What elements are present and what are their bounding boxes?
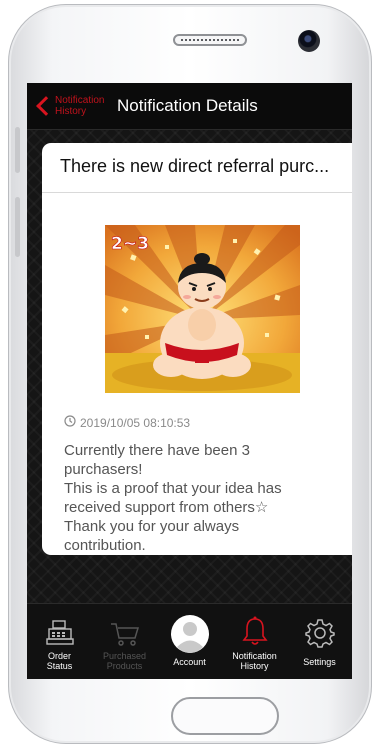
tab-purchased-products[interactable]: Purchased Products [92,604,157,679]
sumo-illustration: 2~3 [105,225,300,393]
timestamp-row: 2019/10/05 08:10:53 [64,415,190,430]
tab-label: History [240,661,269,671]
tab-label: Order [47,651,71,661]
tab-label: Status [46,661,73,671]
clock-icon [64,415,76,430]
home-button[interactable] [171,697,279,735]
volume-button [15,127,20,173]
front-camera [298,30,320,52]
body-line: Thank you for your always [64,518,240,535]
body-line: purchasers! [64,461,143,478]
tab-label: Account [173,657,206,667]
avatar-icon [170,615,209,653]
bell-icon [241,616,268,645]
tab-label: Purchased [102,651,147,661]
power-button [15,197,20,257]
tab-notification-history[interactable]: Notification History [222,604,287,679]
nav-bar: Notification History Notification Detail… [27,83,352,130]
back-label: Notification History [55,95,105,117]
body-line: Currently there have been 3 [64,442,250,459]
gear-icon [304,619,335,648]
body-line: contribution. [64,537,146,554]
notification-body: Currently there have been 3 purchasers! … [64,441,352,555]
notification-title: There is new direct referral purc... [42,143,352,193]
speaker-grille [173,34,247,46]
tab-order-status[interactable]: Order Status [27,604,92,679]
notification-card: There is new direct referral purc... 2~3… [42,143,352,555]
body-line: This is a proof that your idea has [64,480,282,497]
tab-bar: Order Status Purchased Products Account [27,603,352,679]
tab-account[interactable]: Account [157,604,222,679]
cart-icon [110,623,139,646]
app-screen: Notification History Notification Detail… [27,83,352,679]
tab-settings[interactable]: Settings [287,604,352,679]
tab-label: Notification [232,651,277,661]
cash-register-icon [45,620,74,645]
body-line: received support from others☆ [64,499,269,516]
image-badge: 2~3 [111,234,149,254]
back-button[interactable]: Notification History [36,91,115,121]
page-title: Notification Details [117,96,258,115]
tab-label: Products [106,661,143,671]
chevron-left-icon [36,96,56,116]
timestamp: 2019/10/05 08:10:53 [80,415,191,430]
tab-label: Settings [303,657,336,667]
